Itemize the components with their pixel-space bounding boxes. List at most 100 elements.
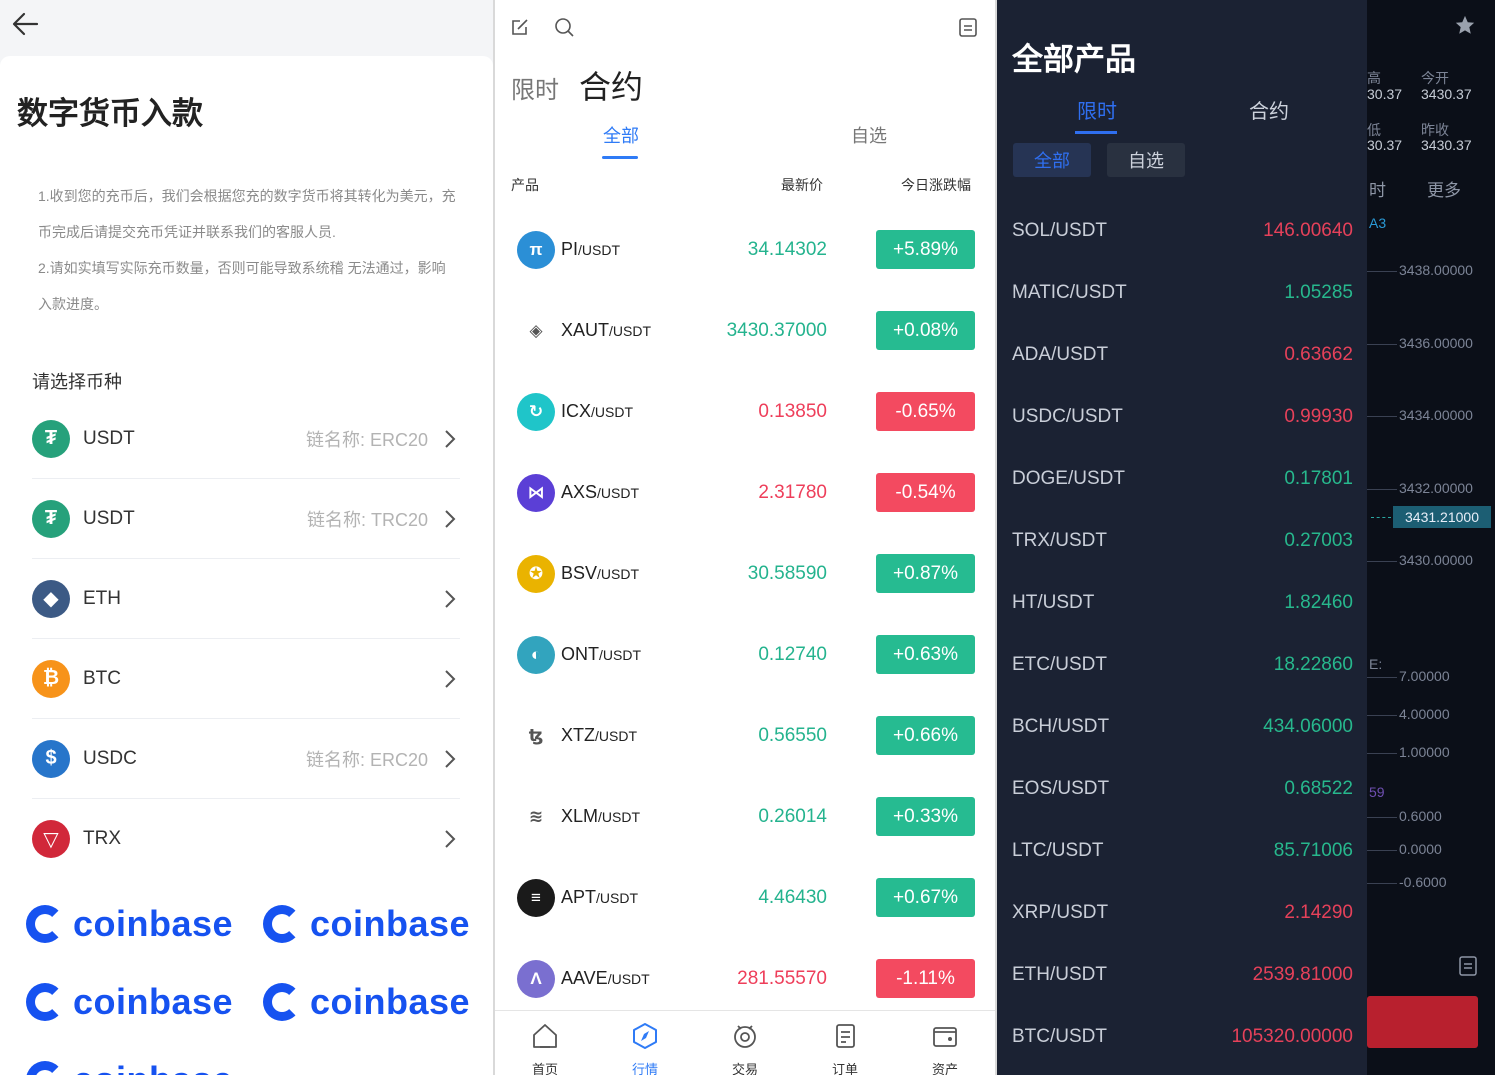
sub-tab-favorites[interactable]: 自选 [851,122,887,148]
tabbar-item-home[interactable]: 首页 [495,1011,595,1075]
coinbase-logo: coinbase [263,903,470,945]
market-row-apt[interactable]: ≡ APT/USDT 4.46430 +0.67% [495,858,995,939]
drawer-pill-all[interactable]: 全部 [1013,143,1091,177]
drawer-row-btc[interactable]: BTC/USDT 105320.00000 [997,1006,1367,1068]
drawer-row-ada[interactable]: ADA/USDT 0.63662 [997,324,1367,386]
last-price: 0.99930 [1284,406,1353,427]
usdt-coin-icon: ₮ [32,499,70,538]
pair-name: BSV/USDT [561,563,639,584]
change-badge[interactable]: +0.87% [876,554,975,593]
pair-name: ICX/USDT [561,401,633,422]
drawer-pill-favorites[interactable]: 自选 [1107,143,1185,177]
change-badge[interactable]: +0.63% [876,635,975,674]
pair-base: BSV [561,563,598,583]
pair-base: XTZ [561,725,595,745]
change-badge[interactable]: +0.08% [876,311,975,350]
tabbar-item-trade[interactable]: 交易 [695,1011,795,1075]
pair-name: ADA/USDT [1012,344,1109,365]
trade-icon [734,1025,756,1048]
last-price: 0.56550 [758,725,827,746]
coin-row-trx[interactable]: ▽ TRX [32,799,460,879]
pair-base: AAVE [561,968,608,988]
market-row-axs[interactable]: ⋈ AXS/USDT 2.31780 -0.54% [495,453,995,534]
drawer-row-ht[interactable]: HT/USDT 1.82460 [997,572,1367,634]
column-product: 产品 [511,177,539,193]
drawer-row-bch[interactable]: BCH/USDT 434.06000 [997,696,1367,758]
tabbar-item-compass[interactable]: 行情 [595,1011,695,1075]
drawer-row-doge[interactable]: DOGE/USDT 0.17801 [997,448,1367,510]
coinbase-logo: coinbase [26,1059,233,1075]
coinbase-mark-icon [26,1061,64,1075]
pair-quote: /USDT [597,566,640,582]
xtz-coin-icon: ꜩ [517,717,555,755]
time-tab[interactable]: 时 [1369,176,1386,201]
drawer-row-ltc[interactable]: LTC/USDT 85.71006 [997,820,1367,882]
coinbase-logo: coinbase [26,981,233,1023]
market-row-xlm[interactable]: ≋ XLM/USDT 0.26014 +0.33% [495,777,995,858]
tabbar-item-wallet[interactable]: 资产 [895,1011,995,1075]
change-badge[interactable]: -0.54% [876,473,975,512]
axis-tick-label: 3436.00000 [1399,334,1473,351]
more-tab[interactable]: 更多 [1427,176,1461,201]
drawer-row-usdc[interactable]: USDC/USDT 0.99930 [997,386,1367,448]
drawer-row-xrp[interactable]: XRP/USDT 2.14290 [997,882,1367,944]
chain-name: 链名称: ERC20 [305,429,428,450]
drawer-row-eth[interactable]: ETH/USDT 2539.81000 [997,944,1367,1006]
market-row-ont[interactable]: ◐ ONT/USDT 0.12740 +0.63% [495,615,995,696]
drawer-tab-limit[interactable]: 限时 [1077,95,1117,124]
change-badge[interactable]: -1.11% [876,959,975,998]
usdt-coin-icon: ₮ [32,419,70,458]
coinbase-mark-icon [26,983,64,1021]
market-row-icx[interactable]: ↻ ICX/USDT 0.13850 -0.65% [495,372,995,453]
change-badge[interactable]: +0.33% [876,797,975,836]
bottom-tabbar: 首页 行情 交易 订单 资产 [495,1010,995,1075]
market-row-bsv[interactable]: ✪ BSV/USDT 30.58590 +0.87% [495,534,995,615]
pair-name: XLM/USDT [561,806,640,827]
coin-row-eth[interactable]: ◆ ETH [32,559,460,639]
market-row-xaut[interactable]: ◈ XAUT/USDT 3430.37000 +0.08% [495,291,995,372]
change-badge[interactable]: +5.89% [876,230,975,269]
change-badge[interactable]: -0.65% [876,392,975,431]
pair-name: PI/USDT [561,239,620,260]
page-title: 数字货币入款 [17,96,203,131]
coin-list: ₮ USDT 链名称: ERC20 ₮ USDT 链名称: TRC20 ◆ ETH ₿ BTC $ U… [32,399,460,879]
axis-tick-line [1367,561,1397,562]
coin-row-usdc[interactable]: $ USDC 链名称: ERC20 [32,719,460,799]
change-badge[interactable]: +0.67% [876,878,975,917]
trade-button[interactable] [1367,996,1478,1048]
coin-row-btc[interactable]: ₿ BTC [32,639,460,719]
pair-name: EOS/USDT [1012,778,1110,799]
drawer-row-matic[interactable]: MATIC/USDT 1.05285 [997,262,1367,324]
axis-tick-line [1367,817,1397,818]
star-icon[interactable] [1454,14,1476,36]
coin-name: TRX [83,828,121,849]
market-row-aave[interactable]: Λ AAVE/USDT 281.55570 -1.11% [495,939,995,1020]
drawer-tab-underline [1075,131,1117,134]
back-arrow-icon[interactable] [10,8,42,40]
last-price: 2.31780 [758,482,827,503]
last-price: 85.71006 [1273,840,1353,861]
drawer-row-sol[interactable]: SOL/USDT 146.00640 [997,200,1367,262]
search-icon[interactable] [553,16,575,38]
tabbar-item-orders[interactable]: 订单 [795,1011,895,1075]
document-icon[interactable] [1458,955,1478,977]
chain-name: 链名称: TRC20 [306,509,428,530]
axis-tick-label: -0.6000 [1399,874,1447,890]
market-row-xtz[interactable]: ꜩ XTZ/USDT 0.56550 +0.66% [495,696,995,777]
coin-row-usdt[interactable]: ₮ USDT 链名称: TRC20 [32,479,460,559]
drawer-row-etc[interactable]: ETC/USDT 18.22860 [997,634,1367,696]
drawer-row-trx[interactable]: TRX/USDT 0.27003 [997,510,1367,572]
coin-row-usdt[interactable]: ₮ USDT 链名称: ERC20 [32,399,460,479]
tab-contract[interactable]: 合约 [579,62,643,108]
document-icon[interactable] [957,16,979,38]
sub-tab-all[interactable]: 全部 [603,122,639,148]
drawer-tab-contract[interactable]: 合约 [1249,95,1289,124]
edit-icon[interactable] [509,16,531,38]
change-badge[interactable]: +0.66% [876,716,975,755]
axis-tick-line [1367,677,1397,678]
drawer-row-eos[interactable]: EOS/USDT 0.68522 [997,758,1367,820]
market-row-pi[interactable]: π PI/USDT 34.14302 +5.89% [495,210,995,291]
tab-limit[interactable]: 限时 [511,70,559,105]
market-screen: 限时 合约 全部 自选 产品 最新价 今日涨跌幅 π PI/USDT 34.1430… [495,0,995,1075]
coin-name: BTC [83,667,121,689]
